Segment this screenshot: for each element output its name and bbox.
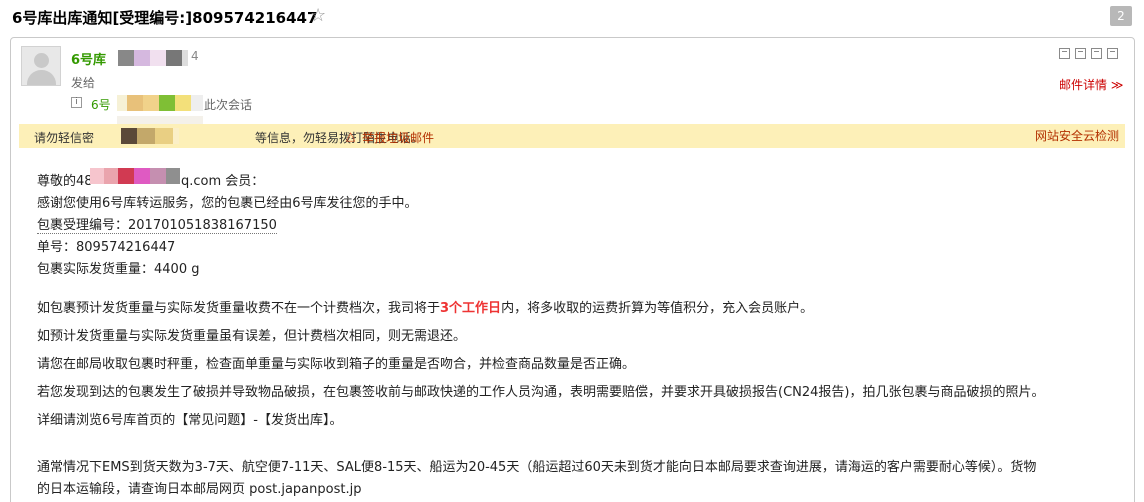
damage-notice: 若您发现到达的包裹发生了破损并导致物品破损，在包裹签收前与邮政快递的工作人员沟通… bbox=[37, 385, 1045, 400]
redacted-sender-address bbox=[118, 50, 188, 68]
delivery-time-line-2: 的日本运输段，请查询日本邮局网页 post.japanpost.jp bbox=[37, 482, 362, 497]
redacted-conversation bbox=[117, 95, 203, 113]
delivery-time-line-1: 通常情况下EMS到货天数为3-7天、航空便7-11天、SAL便8-15天、船运为… bbox=[37, 460, 1037, 475]
greeting-prefix: 尊敬的48 bbox=[37, 174, 93, 189]
subject-bar: 6号库出库通知[受理编号:]809574216447 ☆ 2 bbox=[0, 0, 1144, 34]
weight-notice: 如预计发货重量与实际发货重量虽有误差，但计费档次相同，则无需退还。 bbox=[37, 329, 467, 344]
sender-address-suffix: 4 bbox=[191, 49, 199, 63]
email-subject: 6号库出库通知[受理编号:]809574216447 bbox=[12, 9, 318, 27]
print-icon[interactable] bbox=[1075, 48, 1086, 59]
report-icon[interactable]: △ bbox=[346, 129, 355, 143]
conversation-label[interactable]: 此次会话 bbox=[204, 96, 252, 113]
window-icon[interactable] bbox=[1107, 48, 1118, 59]
refund-policy-end: 内，将多收取的运费折算为等值积分，充入会员账户。 bbox=[501, 301, 814, 316]
security-scan-link[interactable]: 网站安全云检测 bbox=[1035, 127, 1119, 144]
greeting-suffix: q.com 会员： bbox=[181, 174, 265, 189]
star-icon[interactable]: ☆ bbox=[310, 5, 326, 26]
avatar[interactable] bbox=[21, 46, 61, 86]
redacted-email bbox=[90, 168, 180, 186]
copy-icon[interactable] bbox=[1059, 48, 1070, 59]
report-spam-link[interactable]: 举报垃圾邮件 bbox=[362, 129, 434, 146]
receipt-number: 包裹受理编号：20170105183816715​0 bbox=[37, 214, 277, 234]
order-number: 单号：809574216447 bbox=[37, 240, 176, 255]
inspection-notice: 请您在邮局收取包裹时秤重，检查面单重量与实际收到箱子的重量是否吻合，并检查商品数… bbox=[37, 357, 636, 372]
share-icon[interactable] bbox=[1091, 48, 1102, 59]
refund-policy-start: 如包裹预计发货重量与实际发货重量收费不在一个计费档次，我司将于 bbox=[37, 301, 441, 316]
avatar-body-icon bbox=[27, 70, 56, 85]
security-warning-bar: 请勿轻信密 等信息，勿轻易拨打陌生电话。 △ 举报垃圾邮件 网站安全云检测 bbox=[19, 124, 1125, 148]
avatar-head-icon bbox=[34, 53, 49, 68]
sender-name[interactable]: 6号库 bbox=[71, 49, 106, 68]
mail-details-link[interactable]: 邮件详情 ≫ bbox=[1059, 76, 1123, 93]
redacted-warning bbox=[121, 128, 251, 144]
thanks-line: 感谢您使用6号库转运服务，您的包裹已经由6号库发往您的手中。 bbox=[37, 196, 418, 211]
message-count-badge[interactable]: 2 bbox=[1110, 6, 1132, 26]
weight-line: 包裹实际发货重量：4400 g bbox=[37, 262, 200, 277]
faq-link-line: 详细请浏览6号库首页的【常见问题】-【发货出库】。 bbox=[37, 413, 343, 428]
refund-policy: 如包裹预计发货重量与实际发货重量收费不在一个计费档次，我司将于3个工作日内，将多… bbox=[37, 297, 813, 316]
conversation-prefix[interactable]: 6号 bbox=[91, 96, 111, 113]
info-icon: i bbox=[71, 97, 82, 108]
highlight-days: 3个工作日 bbox=[440, 301, 502, 316]
toolbar bbox=[1059, 48, 1121, 62]
recipient-label: 发给 bbox=[71, 76, 96, 90]
warning-text: 请勿轻信密 bbox=[34, 131, 95, 145]
email-panel: 6号库 4 发给 i 6号 此次会话 邮件详情 ≫ 请勿轻信密 等信息，勿轻易拨… bbox=[10, 37, 1135, 502]
